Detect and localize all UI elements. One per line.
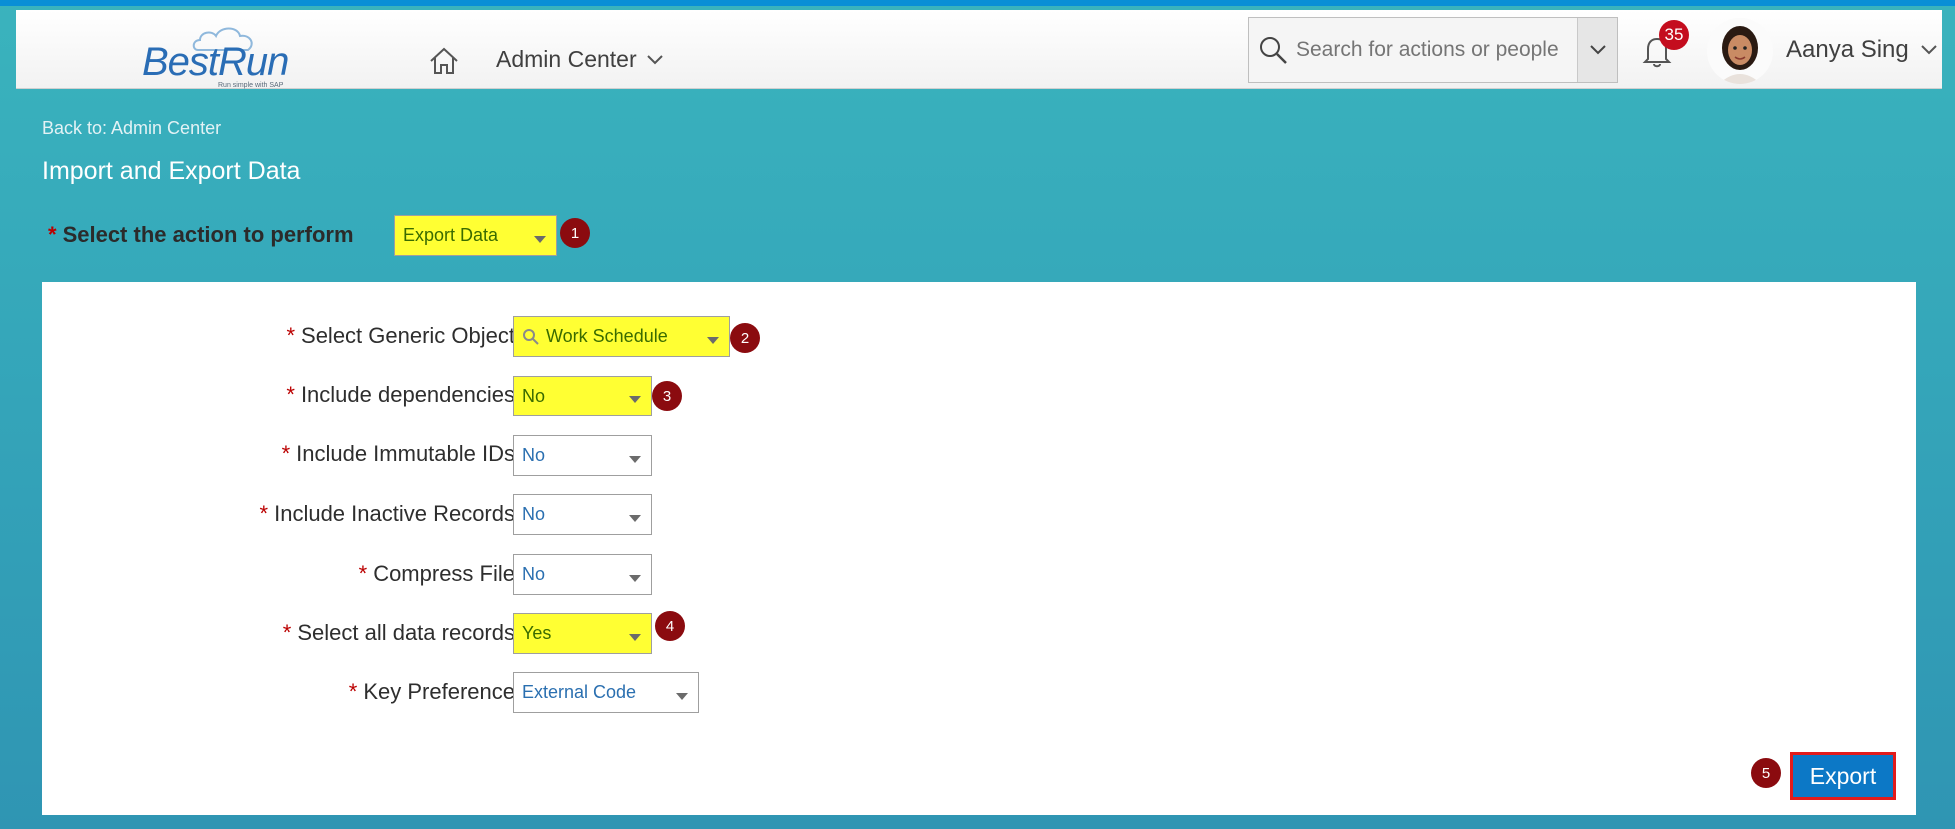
key-preference-label-text: Key Preference: [363, 679, 515, 704]
include-inactive-records-label-text: Include Inactive Records: [274, 501, 515, 526]
step-badge-5: 5: [1751, 758, 1781, 788]
top-accent-bar: [0, 0, 1955, 6]
user-menu[interactable]: Aanya Sing: [1786, 36, 1937, 64]
key-preference-value: External Code: [522, 682, 637, 702]
required-marker: *: [282, 620, 292, 645]
include-immutable-ids-label-text: Include Immutable IDs: [296, 441, 515, 466]
caret-down-icon: [629, 455, 641, 463]
avatar[interactable]: [1707, 18, 1773, 84]
select-all-records-label-text: Select all data records: [297, 620, 515, 645]
admin-center-label: Admin Center: [496, 46, 637, 72]
chevron-down-icon: [1921, 45, 1937, 55]
home-icon[interactable]: [428, 46, 460, 76]
compress-file-select[interactable]: No: [513, 554, 652, 595]
caret-down-icon: [629, 514, 641, 522]
include-immutable-ids-label: * Include Immutable IDs: [282, 441, 515, 467]
notification-count-badge: 35: [1659, 20, 1689, 50]
user-avatar-image: [1707, 18, 1773, 84]
logo-text: BestRun: [142, 40, 289, 84]
caret-down-icon: [629, 633, 641, 641]
required-marker: *: [358, 561, 368, 586]
caret-down-icon: [534, 235, 546, 243]
logo-tagline: Run simple with SAP: [218, 82, 284, 89]
required-marker: *: [348, 679, 358, 704]
action-select-value: Export Data: [403, 225, 499, 245]
include-inactive-records-select[interactable]: No: [513, 494, 652, 535]
step-badge-2: 2: [730, 323, 760, 353]
include-immutable-ids-select[interactable]: No: [513, 435, 652, 476]
key-preference-select[interactable]: External Code: [513, 672, 699, 713]
page-title: Import and Export Data: [42, 157, 301, 185]
select-all-records-value: Yes: [522, 623, 552, 643]
chevron-down-icon: [646, 54, 663, 64]
include-immutable-ids-value: No: [522, 445, 546, 465]
select-all-records-label: * Select all data records: [283, 620, 515, 646]
required-marker: *: [48, 222, 57, 247]
bestrun-logo[interactable]: BestRun Run simple with SAP: [124, 20, 314, 89]
include-inactive-records-value: No: [522, 504, 546, 524]
select-all-records-select[interactable]: Yes: [513, 613, 652, 654]
generic-object-label-text: Select Generic Object: [301, 323, 515, 348]
admin-center-menu[interactable]: Admin Center: [496, 46, 663, 73]
step-badge-3: 3: [652, 381, 682, 411]
compress-file-label: * Compress File: [359, 561, 515, 587]
action-label: * Select the action to perform: [48, 222, 354, 248]
step-badge-4: 4: [655, 611, 685, 641]
search-input[interactable]: [1296, 38, 1566, 62]
search-scope-dropdown[interactable]: [1577, 18, 1617, 82]
required-marker: *: [281, 441, 291, 466]
include-inactive-records-label: * Include Inactive Records: [260, 501, 515, 527]
generic-object-select[interactable]: Work Schedule: [513, 316, 730, 357]
compress-file-value: No: [522, 564, 546, 584]
generic-object-value: Work Schedule: [546, 326, 668, 346]
caret-down-icon: [707, 336, 719, 344]
caret-down-icon: [629, 396, 641, 403]
action-select[interactable]: Export Data: [394, 215, 557, 256]
include-dependencies-label: * Include dependencies: [286, 382, 515, 408]
step-badge-1: 1: [560, 218, 590, 248]
include-dependencies-value: No: [522, 385, 546, 406]
include-dependencies-label-text: Include dependencies: [300, 382, 515, 407]
required-marker: *: [286, 382, 295, 407]
chevron-down-icon: [1589, 45, 1606, 55]
back-link[interactable]: Back to: Admin Center: [42, 118, 221, 139]
export-button[interactable]: Export: [1790, 752, 1896, 800]
compress-file-label-text: Compress File: [373, 561, 515, 586]
key-preference-label: * Key Preference: [349, 679, 515, 705]
required-marker: *: [286, 323, 296, 348]
action-label-text: Select the action to perform: [62, 222, 354, 247]
search-icon: [523, 328, 539, 345]
form-panel: [42, 282, 1916, 815]
required-marker: *: [259, 501, 269, 526]
generic-object-label: * Select Generic Object: [286, 323, 515, 349]
user-name-label: Aanya Sing: [1786, 36, 1909, 63]
caret-down-icon: [629, 574, 641, 582]
search-icon: [1260, 37, 1287, 64]
caret-down-icon: [676, 692, 688, 700]
include-dependencies-select[interactable]: No: [513, 376, 652, 416]
search-box[interactable]: [1248, 17, 1618, 83]
